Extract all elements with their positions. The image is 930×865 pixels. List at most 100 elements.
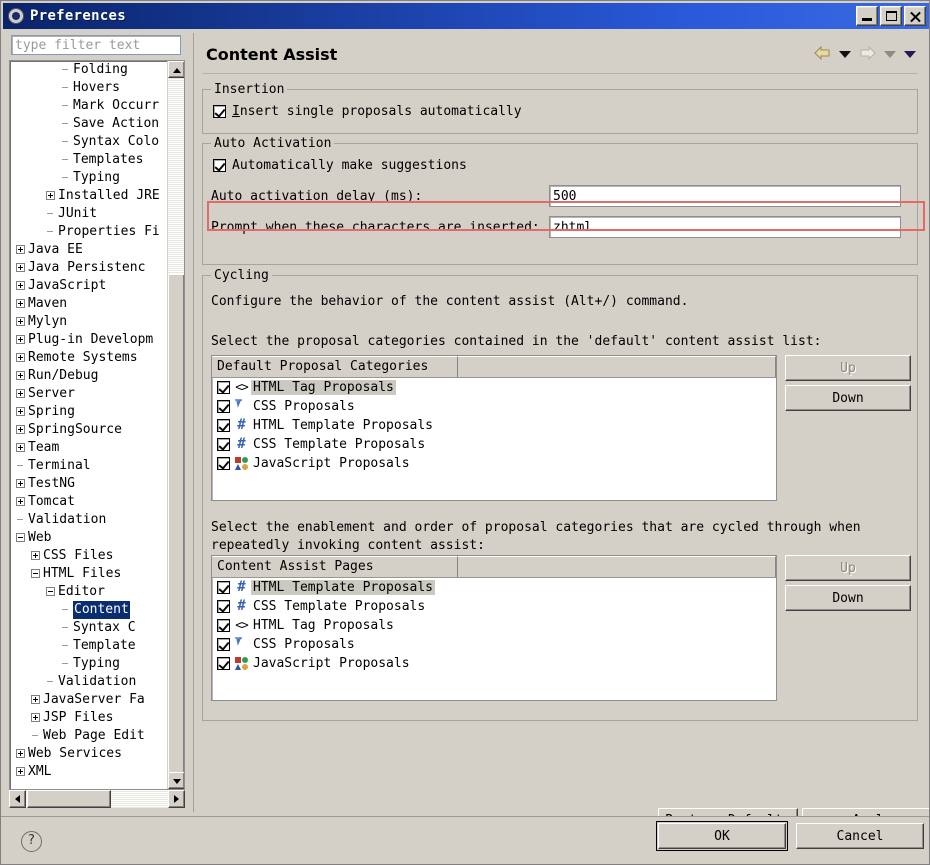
preferences-tree[interactable]: Folding Hovers Mark Occurr Save Action Synta… xyxy=(9,60,185,790)
tree-expand-icon[interactable] xyxy=(16,245,25,254)
list-item[interactable]: <> HTML Tag Proposals xyxy=(212,616,776,635)
tree-item-run-debug[interactable]: Run/Debug xyxy=(10,367,168,385)
list-item-checkbox[interactable] xyxy=(217,400,230,413)
vertical-scroll-thumb[interactable] xyxy=(168,274,184,774)
list-item[interactable]: # HTML Template Proposals xyxy=(212,578,776,597)
tree-expand-icon[interactable] xyxy=(46,191,55,200)
tree-item-properties-fi[interactable]: Properties Fi xyxy=(10,223,168,241)
minimize-button[interactable] xyxy=(856,6,878,26)
tree-item-typing[interactable]: Typing xyxy=(10,169,168,187)
pages-list-down-button[interactable]: Down xyxy=(785,585,911,611)
tree-collapse-icon[interactable] xyxy=(46,587,55,596)
tree-item-server[interactable]: Server xyxy=(10,385,168,403)
list-item[interactable]: <> HTML Tag Proposals xyxy=(212,378,776,397)
tree-item-team[interactable]: Team xyxy=(10,439,168,457)
list-item-checkbox[interactable] xyxy=(217,581,230,594)
tree-expand-icon[interactable] xyxy=(16,353,25,362)
tree-item-syntax-c[interactable]: Syntax C xyxy=(10,619,168,637)
tree-expand-icon[interactable] xyxy=(16,443,25,452)
tree-item-web-page-edit[interactable]: Web Page Edit xyxy=(10,727,168,745)
list-item[interactable]: # CSS Template Proposals xyxy=(212,597,776,616)
tree-collapse-icon[interactable] xyxy=(16,533,25,542)
scroll-right-button[interactable] xyxy=(168,790,185,808)
tree-item-terminal[interactable]: Terminal xyxy=(10,457,168,475)
tree-item-xml[interactable]: XML xyxy=(10,763,168,781)
list-item[interactable]: # HTML Template Proposals xyxy=(212,416,776,435)
scroll-left-button[interactable] xyxy=(9,790,26,808)
help-icon[interactable]: ? xyxy=(21,831,42,852)
tree-expand-icon[interactable] xyxy=(16,281,25,290)
list-item[interactable]: CSS Proposals xyxy=(212,635,776,654)
back-arrow-icon[interactable] xyxy=(814,45,831,62)
tree-item-folding[interactable]: Folding xyxy=(10,61,168,79)
tree-expand-icon[interactable] xyxy=(16,407,25,416)
tree-item-testng[interactable]: TestNG xyxy=(10,475,168,493)
tree-expand-icon[interactable] xyxy=(31,713,40,722)
close-button[interactable] xyxy=(904,6,926,26)
tree-item-css-files[interactable]: CSS Files xyxy=(10,547,168,565)
tree-expand-icon[interactable] xyxy=(16,389,25,398)
tree-item-java-persistenc[interactable]: Java Persistenc xyxy=(10,259,168,277)
tree-item-web-services[interactable]: Web Services xyxy=(10,745,168,763)
list-item[interactable]: CSS Proposals xyxy=(212,397,776,416)
maximize-button[interactable] xyxy=(880,6,902,26)
tree-item-validation[interactable]: Validation xyxy=(10,511,168,529)
tree-horizontal-scrollbar[interactable] xyxy=(9,790,185,808)
view-menu-icon[interactable] xyxy=(904,50,916,58)
tree-expand-icon[interactable] xyxy=(16,371,25,380)
tree-expand-icon[interactable] xyxy=(16,299,25,308)
tree-expand-icon[interactable] xyxy=(16,263,25,272)
tree-item-mark-occurr[interactable]: Mark Occurr xyxy=(10,97,168,115)
pages-list-up-button[interactable]: Up xyxy=(785,555,911,581)
tree-expand-icon[interactable] xyxy=(31,551,40,560)
tree-item-plug-in-developm[interactable]: Plug-in Developm xyxy=(10,331,168,349)
list-item-checkbox[interactable] xyxy=(217,657,230,670)
tree-item-installed-jre[interactable]: Installed JRE xyxy=(10,187,168,205)
default-proposal-categories-list[interactable]: Default Proposal Categories <> HTML Tag P… xyxy=(211,355,777,501)
content-assist-pages-list[interactable]: Content Assist Pages # HTML Template Prop… xyxy=(211,555,777,701)
tree-item-jsp-files[interactable]: JSP Files xyxy=(10,709,168,727)
tree-item-mylyn[interactable]: Mylyn xyxy=(10,313,168,331)
tree-item-hovers[interactable]: Hovers xyxy=(10,79,168,97)
tree-item-springsource[interactable]: SpringSource xyxy=(10,421,168,439)
tree-expand-icon[interactable] xyxy=(16,335,25,344)
list-item-checkbox[interactable] xyxy=(217,457,230,470)
scroll-down-button[interactable] xyxy=(168,772,184,789)
tree-expand-icon[interactable] xyxy=(16,497,25,506)
tree-item-content[interactable]: Content xyxy=(10,601,168,619)
insert-single-proposals-checkbox[interactable] xyxy=(213,105,226,118)
list-item-checkbox[interactable] xyxy=(217,600,230,613)
tree-expand-icon[interactable] xyxy=(16,749,25,758)
tree-item-template[interactable]: Template xyxy=(10,637,168,655)
horizontal-scroll-thumb[interactable] xyxy=(27,790,111,808)
cancel-button[interactable]: Cancel xyxy=(796,823,924,849)
list-item-checkbox[interactable] xyxy=(217,638,230,651)
scroll-up-button[interactable] xyxy=(168,61,184,78)
tree-item-junit[interactable]: JUnit xyxy=(10,205,168,223)
tree-item-editor[interactable]: Editor xyxy=(10,583,168,601)
tree-expand-icon[interactable] xyxy=(16,479,25,488)
tree-expand-icon[interactable] xyxy=(31,695,40,704)
tree-item-tomcat[interactable]: Tomcat xyxy=(10,493,168,511)
default-list-up-button[interactable]: Up xyxy=(785,355,911,381)
tree-item-spring[interactable]: Spring xyxy=(10,403,168,421)
list-item-checkbox[interactable] xyxy=(217,619,230,632)
list-item-checkbox[interactable] xyxy=(217,381,230,394)
tree-collapse-icon[interactable] xyxy=(31,569,40,578)
ok-button[interactable]: OK xyxy=(656,821,788,851)
default-list-down-button[interactable]: Down xyxy=(785,385,911,411)
filter-input[interactable] xyxy=(12,36,180,54)
tree-item-save-action[interactable]: Save Action xyxy=(10,115,168,133)
tree-item-validation[interactable]: Validation xyxy=(10,673,168,691)
list-item-checkbox[interactable] xyxy=(217,419,230,432)
tree-expand-icon[interactable] xyxy=(16,317,25,326)
tree-item-syntax-colo[interactable]: Syntax Colo xyxy=(10,133,168,151)
tree-item-html-files[interactable]: HTML Files xyxy=(10,565,168,583)
tree-item-javaserver-fa[interactable]: JavaServer Fa xyxy=(10,691,168,709)
tree-item-typing[interactable]: Typing xyxy=(10,655,168,673)
auto-activation-delay-input[interactable] xyxy=(549,185,901,207)
list-item[interactable]: JavaScript Proposals xyxy=(212,654,776,673)
tree-item-web[interactable]: Web xyxy=(10,529,168,547)
prompt-characters-input[interactable] xyxy=(549,216,901,238)
tree-item-javascript[interactable]: JavaScript xyxy=(10,277,168,295)
